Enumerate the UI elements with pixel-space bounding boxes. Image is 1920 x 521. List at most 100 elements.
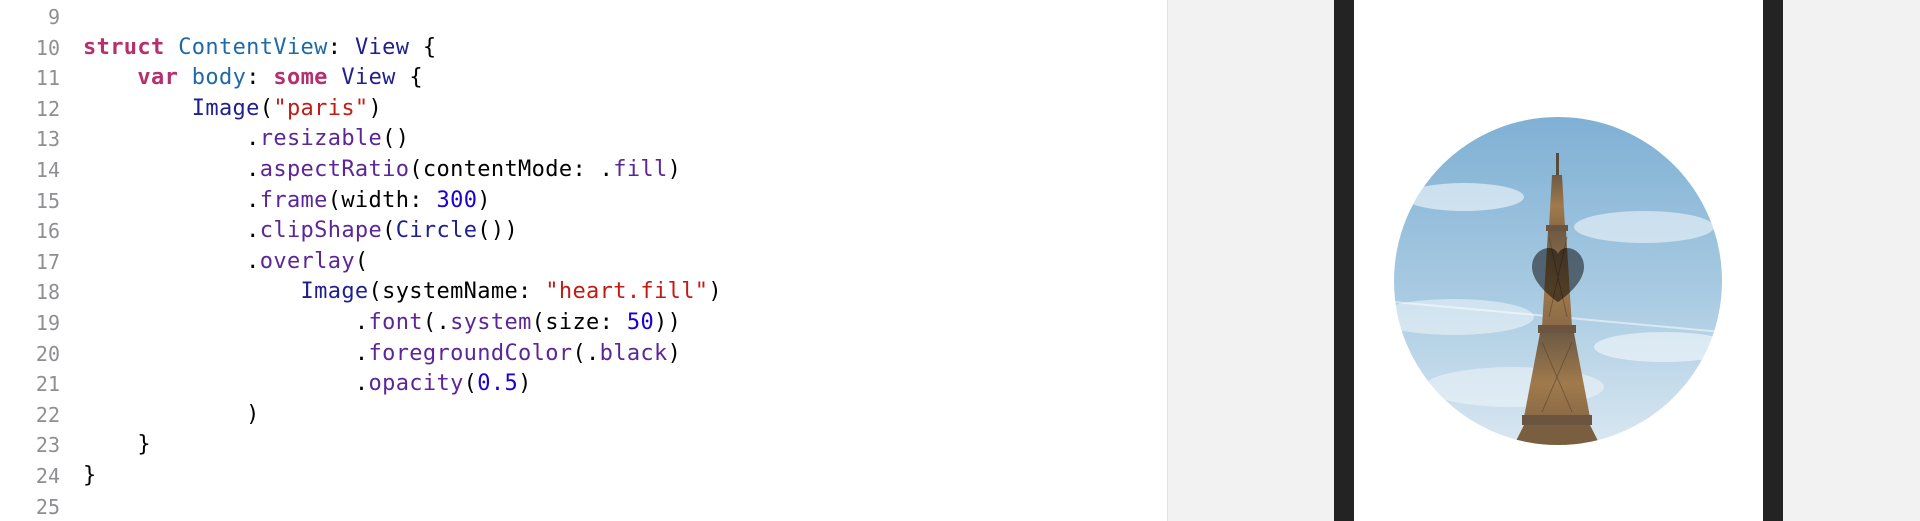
code-token: fill <box>613 157 668 182</box>
code-token: { <box>395 65 423 91</box>
line-number: 18 <box>35 280 60 305</box>
code-line[interactable]: 16 .clipShape(Circle()) <box>0 216 1160 247</box>
line-number: 10 <box>35 35 60 60</box>
code-token: View <box>341 65 396 91</box>
line-code[interactable]: struct ContentView: View { <box>83 33 437 64</box>
line-number: 24 <box>35 464 60 488</box>
code-token: : <box>327 34 355 60</box>
code-token: ) <box>477 187 491 213</box>
code-token: aspectRatio <box>259 157 410 182</box>
line-number: 23 <box>35 433 60 458</box>
line-code[interactable]: ) <box>83 400 260 431</box>
line-number: 21 <box>35 372 60 397</box>
line-code[interactable]: .overlay( <box>83 247 369 278</box>
code-token: . <box>83 310 369 335</box>
code-token: . <box>83 126 260 152</box>
code-token: ( <box>382 218 396 244</box>
code-token: body <box>191 65 247 91</box>
line-code[interactable]: .font(.system(size: 50)) <box>83 308 681 339</box>
code-line[interactable]: 11 var body: some View { <box>0 63 1160 94</box>
code-line[interactable]: 10 struct ContentView: View { <box>0 33 1160 64</box>
code-editor[interactable]: 9 10 struct ContentView: View {11 var body… <box>0 0 1167 521</box>
code-token: ) <box>667 157 682 182</box>
code-token: } <box>83 432 151 458</box>
code-line[interactable]: 14 .aspectRatio(contentMode: .fill) <box>0 155 1160 186</box>
line-code[interactable]: var body: some View { <box>83 63 423 94</box>
code-token: . <box>83 248 260 274</box>
code-token: ) <box>667 340 682 366</box>
code-token: Image <box>300 279 369 305</box>
code-token: ) <box>518 371 532 397</box>
line-code[interactable]: Image("paris") <box>83 94 382 125</box>
code-line[interactable]: 17 .overlay( <box>0 247 1160 278</box>
line-number: 14 <box>35 158 60 182</box>
code-token: foregroundColor <box>368 340 573 366</box>
code-token: Circle <box>395 218 478 244</box>
code-token: { <box>409 34 437 60</box>
code-line[interactable]: 18 Image(systemName: "heart.fill") <box>0 277 1160 308</box>
line-code[interactable]: } <box>83 461 97 492</box>
code-token: frame <box>259 187 328 213</box>
line-number: 15 <box>35 188 60 213</box>
code-token: struct <box>83 34 165 60</box>
device-bezel-left <box>1334 0 1354 521</box>
code-line[interactable]: 23 } <box>0 430 1160 461</box>
code-token: "heart.fill" <box>545 279 709 305</box>
code-token: opacity <box>368 371 464 397</box>
code-token: . <box>83 218 260 244</box>
code-token: 0.5 <box>477 371 519 397</box>
line-code[interactable]: .resizable() <box>83 124 409 155</box>
line-number: 17 <box>35 249 60 274</box>
line-code[interactable]: .clipShape(Circle()) <box>83 216 518 247</box>
code-line[interactable]: 15 .frame(width: 300) <box>0 186 1160 217</box>
code-token: some <box>273 65 328 91</box>
line-code[interactable]: .frame(width: 300) <box>83 186 491 217</box>
canvas-preview <box>1167 0 1920 521</box>
code-token: "paris" <box>273 95 369 121</box>
code-token: ) <box>368 95 383 121</box>
line-code[interactable]: Image(systemName: "heart.fill") <box>83 277 722 308</box>
line-code[interactable]: } <box>83 430 151 461</box>
code-token: clipShape <box>259 218 383 244</box>
code-token: (contentMode: . <box>409 157 614 182</box>
code-token: font <box>368 310 423 335</box>
code-token: View <box>354 34 410 60</box>
code-token: () <box>382 126 410 152</box>
line-code[interactable]: .aspectRatio(contentMode: .fill) <box>83 155 681 186</box>
code-line[interactable]: 20 .foregroundColor(.black) <box>0 339 1160 370</box>
code-token: ()) <box>477 218 519 244</box>
code-line[interactable]: 24} <box>0 461 1160 492</box>
line-number: 19 <box>35 311 60 335</box>
code-token: overlay <box>259 248 355 274</box>
code-token: . <box>83 340 369 366</box>
code-token: ) <box>708 279 723 305</box>
code-token: system <box>450 310 532 335</box>
xcode-window: 9 10 struct ContentView: View {11 var body… <box>0 0 1920 521</box>
code-token: black <box>599 340 668 366</box>
code-line[interactable]: 21 .opacity(0.5) <box>0 369 1160 400</box>
line-number: 22 <box>35 402 60 427</box>
line-number: 13 <box>35 127 60 152</box>
code-token: (size: <box>531 310 627 335</box>
line-number: 25 <box>35 494 60 519</box>
code-line[interactable]: 25 <box>0 492 1160 521</box>
code-token: ( <box>259 95 274 121</box>
code-line[interactable]: 12 Image("paris") <box>0 94 1160 125</box>
code-line[interactable]: 22 ) <box>0 400 1160 431</box>
code-token: var <box>137 65 179 91</box>
eiffel-tower-photo <box>1394 117 1722 445</box>
code-token: . <box>83 371 369 397</box>
code-line[interactable]: 9 <box>0 2 1160 33</box>
code-token: (width: <box>327 187 437 213</box>
line-code[interactable]: .foregroundColor(.black) <box>83 339 681 370</box>
code-line[interactable]: 13 .resizable() <box>0 124 1160 155</box>
code-token: ) <box>83 401 260 427</box>
code-token: (systemName: <box>368 279 546 305</box>
code-token: . <box>83 157 260 182</box>
code-line[interactable]: 19 .font(.system(size: 50)) <box>0 308 1160 339</box>
line-code[interactable]: .opacity(0.5) <box>83 369 532 400</box>
